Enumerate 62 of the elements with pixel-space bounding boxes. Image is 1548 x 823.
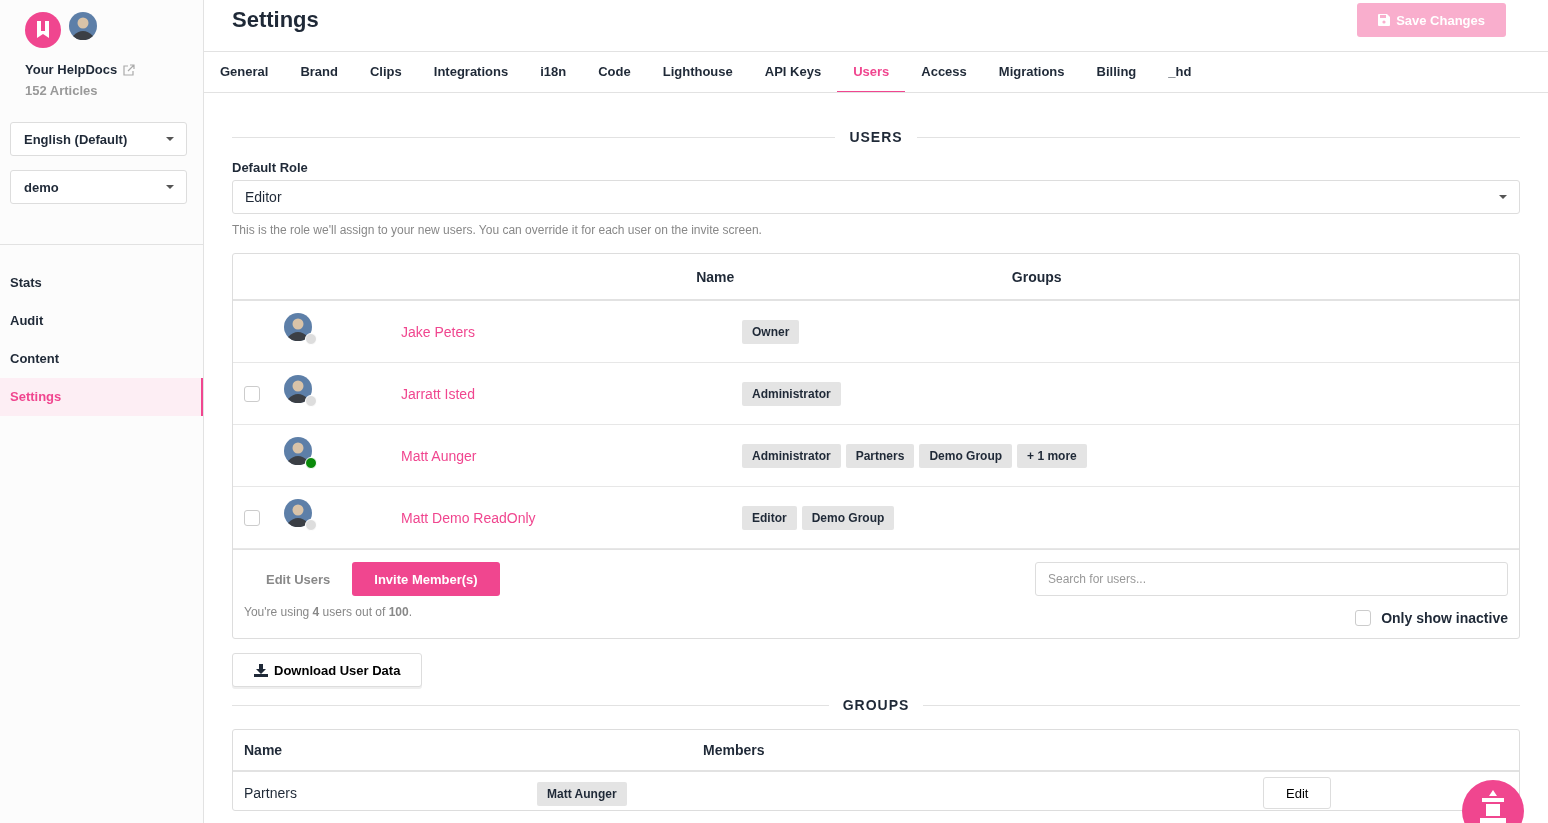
user-name-link[interactable]: Jake Peters [401,323,742,340]
tab[interactable]: i18n [524,52,583,92]
search-field[interactable]: Search for users... [1035,562,1508,596]
edit-button[interactable]: Edit [1263,777,1332,809]
usage-text: You're using 4 users out of 100. [244,605,413,619]
workspace-select[interactable]: demo [10,170,187,204]
tab[interactable]: API Keys [748,52,838,92]
user-name-link[interactable]: Jarratt Isted [401,385,742,402]
logo-icon [25,12,61,48]
external-link-icon[interactable] [123,63,136,76]
group-tag: Administrator [742,443,841,468]
column-header: Name [696,268,735,285]
column-header: Groups [1011,268,1062,285]
user-avatar [284,313,312,341]
site-name: Your HelpDocs [25,62,118,77]
tab[interactable]: Code [582,52,647,92]
edit-users-button[interactable]: Edit Users [244,571,341,587]
tab[interactable]: Migrations [982,52,1081,92]
column-header: Name [244,742,284,758]
role-select[interactable]: Editor [232,180,1520,214]
tab[interactable]: Lighthouse [646,52,749,92]
sidebar-item[interactable]: Content [0,340,203,378]
section-heading: USERS [232,129,1520,145]
group-tag: Demo Group [801,505,895,530]
download-button[interactable]: Download User Data [232,653,423,687]
sidebar-item[interactable]: Audit [0,302,203,340]
group-tag: Editor [742,505,797,530]
group-tag: Administrator [742,381,841,406]
user-avatar [284,375,312,403]
tab[interactable]: Clips [354,52,418,92]
user-name-link[interactable]: Matt Aunger [401,447,742,464]
group-tag: Owner [742,319,800,344]
help-text: This is the role we'll assign to your new users. You can override it for each user on the invite screen. [232,223,763,237]
page-title: Settings [232,7,319,33]
language-select[interactable]: English (Default) [10,122,187,156]
user-name-link[interactable]: Matt Demo ReadOnly [401,509,742,526]
sidebar-item[interactable]: Stats [0,264,203,302]
section-heading: GROUPS [232,697,1520,713]
invite-button[interactable]: Invite Member(s) [352,562,500,596]
user-avatar [284,437,312,465]
user-avatar [69,12,97,40]
row-checkbox[interactable] [244,509,260,526]
save-icon [1378,14,1391,26]
field-label: Default Role [232,160,309,175]
download-icon [254,663,268,677]
tab[interactable]: Access [905,52,983,92]
tab[interactable]: Integrations [417,52,525,92]
tab[interactable]: General [204,52,285,92]
tab[interactable]: Billing [1080,52,1153,92]
row-checkbox[interactable] [244,385,260,402]
user-avatar [284,499,312,527]
tab[interactable]: Brand [284,52,354,92]
article-count: 152 Articles [25,83,99,98]
group-tag: Demo Group [919,443,1013,468]
group-name: Partners [244,785,298,801]
member-tag: Matt Aunger [537,782,627,806]
column-header: Members [703,742,765,758]
tab[interactable]: _hd [1152,52,1208,92]
checkbox-label: Only show inactive [1381,610,1508,626]
tab[interactable]: Users [837,52,906,92]
group-tag: Partners [845,443,915,468]
group-tag: + 1 more [1017,443,1087,468]
